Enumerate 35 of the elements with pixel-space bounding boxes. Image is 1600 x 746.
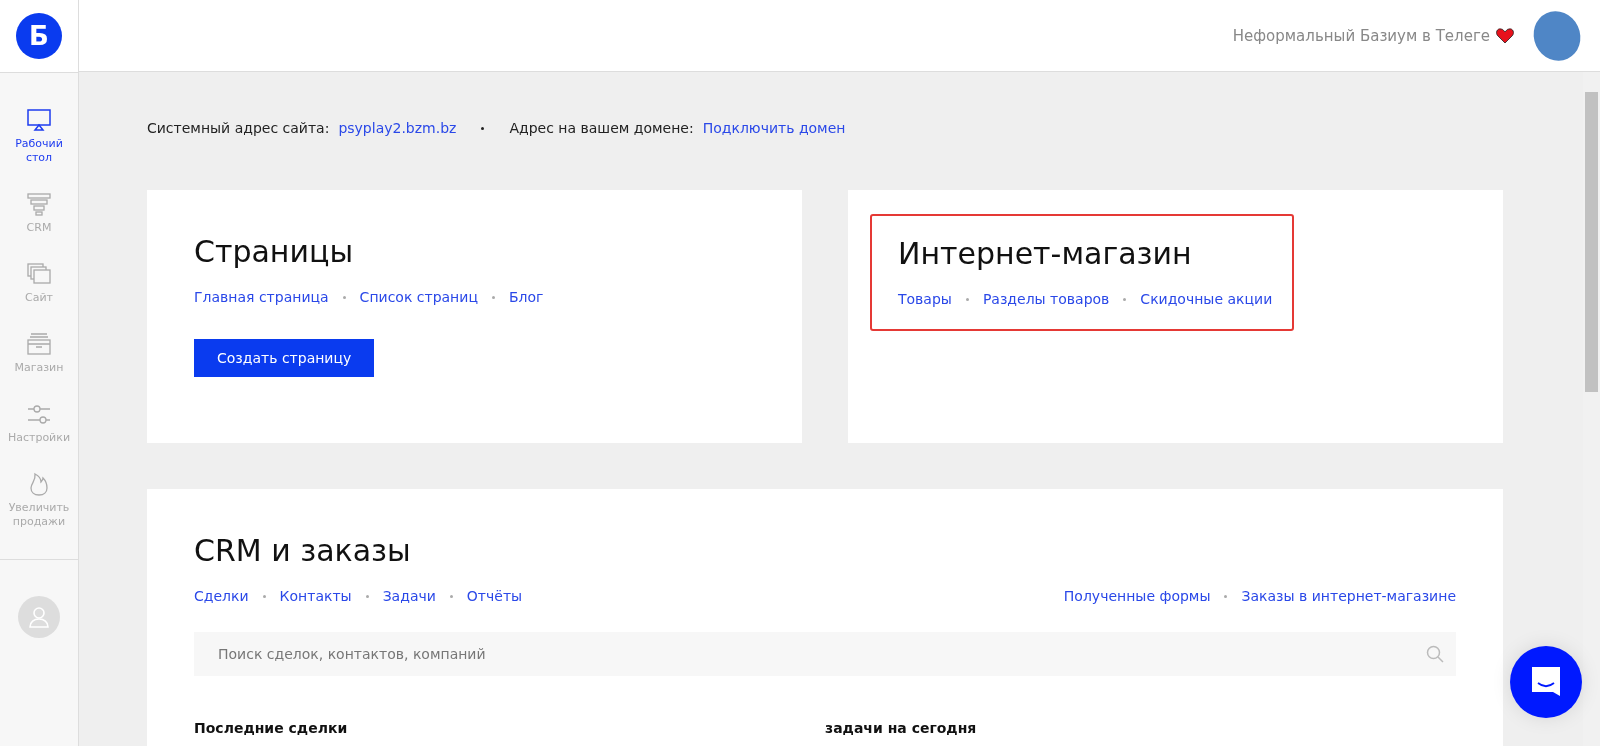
telegram-link[interactable]: Неформальный Базиум в Телеге xyxy=(1232,26,1490,45)
card-link[interactable]: Отчёты xyxy=(466,588,523,604)
card-link[interactable]: Главная страница xyxy=(194,289,329,305)
card-link[interactable]: Скидочные акции xyxy=(1140,291,1273,307)
domain-address-label: Адрес на вашем домене: xyxy=(509,120,694,136)
card-link[interactable]: Блог xyxy=(508,289,544,305)
card-link[interactable]: Список страниц xyxy=(359,289,478,305)
section-heading: задачи на сегодня xyxy=(825,720,978,736)
heart-icon xyxy=(1496,27,1514,44)
monitor-icon xyxy=(26,107,52,133)
sidebar-item[interactable]: Рабочий стол xyxy=(0,107,78,165)
logo[interactable]: Б xyxy=(16,13,62,59)
funnel-icon xyxy=(26,191,52,217)
card-link[interactable]: Разделы товаров xyxy=(982,291,1110,307)
card-link[interactable]: Заказы в интернет-магазине xyxy=(1241,588,1456,604)
card-link[interactable]: Задачи xyxy=(382,588,436,604)
system-address-label: Системный адрес сайта: xyxy=(147,120,330,136)
separator-dot xyxy=(481,126,485,130)
card-title: CRM и заказы xyxy=(194,533,412,568)
card-link[interactable]: Контакты xyxy=(279,588,352,604)
scrollbar-thumb[interactable] xyxy=(1585,92,1598,392)
search-field[interactable]: Поиск сделок, контактов, компаний xyxy=(194,632,1456,676)
section-heading: Последние сделки xyxy=(194,720,349,736)
card-title: Интернет-магазин xyxy=(898,236,1193,271)
pages-icon xyxy=(26,261,52,287)
drawer-icon xyxy=(26,331,52,357)
card-link[interactable]: Полученные формы xyxy=(1063,588,1211,604)
create-page-button[interactable]: Создать страницу xyxy=(194,339,375,377)
connect-domain-link[interactable]: Подключить домен xyxy=(702,120,846,136)
search-icon xyxy=(1426,645,1444,663)
user-avatar[interactable] xyxy=(18,596,60,638)
system-address-link[interactable]: psyplay2.bzm.bz xyxy=(338,120,457,136)
card-title: Страницы xyxy=(194,234,355,269)
card-link[interactable]: Сделки xyxy=(194,588,249,604)
card-link[interactable]: Товары xyxy=(898,291,952,307)
